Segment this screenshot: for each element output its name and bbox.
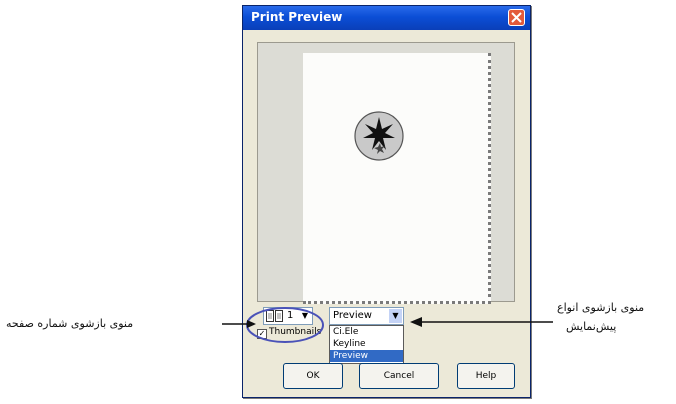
star-clipart-icon — [353, 110, 405, 162]
annotation-preview-types: منوی بازشوی انواع — [557, 301, 645, 314]
close-button[interactable] — [508, 9, 525, 26]
preview-mode-option[interactable]: Ci.Ele — [330, 326, 403, 338]
preview-mode-option-selected[interactable]: Preview — [330, 350, 403, 362]
annotation-preview-types-2: پیش‌نمایش — [566, 320, 617, 333]
chevron-down-icon[interactable]: ▼ — [389, 309, 402, 323]
title-bar: Print Preview — [243, 6, 530, 30]
preview-mode-option[interactable]: Keyline — [330, 338, 403, 350]
preview-mode-dropdown[interactable]: Preview ▼ — [329, 307, 404, 325]
cancel-button[interactable]: Cancel — [359, 363, 439, 389]
preview-page — [303, 53, 491, 304]
ok-button[interactable]: OK — [283, 363, 343, 389]
annotation-page-number: منوی بازشوی شماره صفحه — [6, 317, 134, 330]
highlight-ellipse — [246, 307, 324, 343]
preview-mode-value: Preview — [333, 310, 372, 321]
help-button[interactable]: Help — [457, 363, 515, 389]
close-icon — [511, 12, 522, 23]
preview-area — [257, 42, 515, 304]
preview-mode-list: Ci.Ele Keyline Preview — [329, 325, 404, 364]
dialog-title: Print Preview — [251, 10, 343, 24]
